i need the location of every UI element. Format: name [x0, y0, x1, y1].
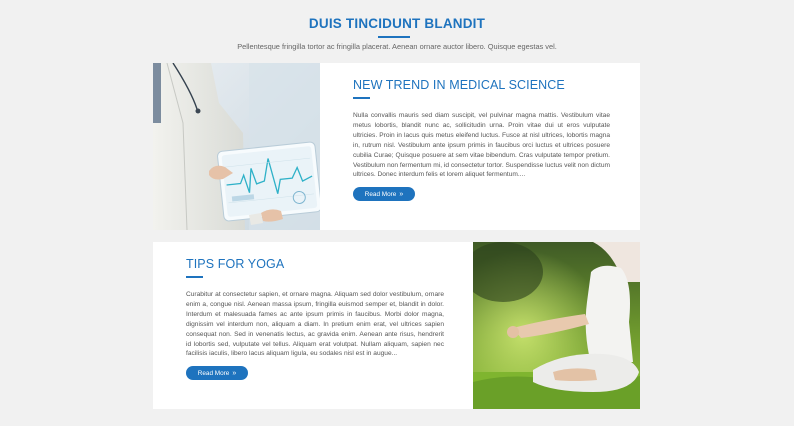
button-label: Read More — [364, 190, 397, 198]
button-label: Read More — [197, 369, 230, 377]
card-title: NEW TREND IN MEDICAL SCIENCE — [353, 78, 565, 92]
section-subtitle: Pellentesque fringilla tortor ac fringil… — [237, 42, 557, 51]
read-more-button[interactable]: Read More » — [353, 187, 415, 202]
card-body: Nulla convallis mauris sed diam suscipit… — [353, 112, 610, 179]
double-chevron-right-icon: » — [399, 190, 404, 198]
article-card-yoga: TIPS FOR YOGA Curabitur at consectetur s… — [153, 242, 640, 409]
read-more-button[interactable]: Read More » — [186, 366, 248, 381]
card-title-underline — [353, 97, 370, 99]
article-card-medical: NEW TREND IN MEDICAL SCIENCE Nulla conva… — [153, 63, 640, 230]
card-title-underline — [186, 276, 203, 278]
card-title: TIPS FOR YOGA — [186, 257, 285, 271]
yoga-meditation-photo — [473, 242, 640, 409]
section-title-underline — [378, 36, 410, 38]
double-chevron-right-icon: » — [232, 369, 237, 377]
doctor-tablet-photo — [153, 63, 320, 230]
section-title: DUIS TINCIDUNT BLANDIT — [308, 16, 486, 31]
card-body: Curabitur at consectetur sapien, et orna… — [186, 291, 444, 358]
